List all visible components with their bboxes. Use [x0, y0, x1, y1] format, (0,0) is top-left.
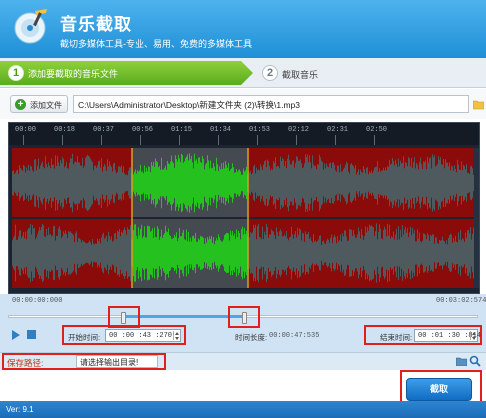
ruler-tick-line: [101, 135, 102, 145]
app-header: 音乐截取 截切多媒体工具-专业、易用、免费的多媒体工具: [0, 0, 486, 58]
step-number: 1: [8, 65, 24, 81]
ruler-tick-label: 00:56: [132, 126, 154, 134]
duration-label: 时间长度:: [235, 333, 268, 342]
waveform-scrollbar[interactable]: [474, 148, 479, 288]
end-time-stepper[interactable]: 00 :01 :30 :814: [414, 329, 481, 342]
version-text: Ver: 9.1: [6, 405, 34, 414]
folder-icon[interactable]: [473, 98, 484, 110]
ruler-tick-label: 00:00: [15, 126, 37, 134]
timeline-panel: 00:00:00:000 00:03:02:574 开始时间: 00 :00 :…: [0, 294, 486, 352]
status-bar: Ver: 9.1: [0, 401, 486, 418]
file-path-field[interactable]: C:\Users\Administrator\Desktop\新建文件夹 (2)…: [73, 95, 469, 113]
ruler-tick-line: [335, 135, 336, 145]
duration-value: 00:00:47:535: [269, 332, 320, 340]
ruler-tick-label: 01:53: [249, 126, 271, 134]
ruler-tick-line: [140, 135, 141, 145]
ruler-tick-line: [179, 135, 180, 145]
time-ruler: 00:00 00:18 00:37 00:56 01:15 01:34 01:53 02:12…: [9, 123, 479, 145]
file-row: + 添加文件 C:\Users\Administrator\Desktop\新建…: [0, 89, 486, 119]
app-title: 音乐截取: [60, 15, 132, 34]
timeline-end: 00:03:02:574: [436, 297, 486, 305]
step-label: 截取音乐: [282, 70, 319, 80]
start-time-value: 00 :00 :43 :270: [109, 332, 173, 340]
ruler-tick-label: 02:12: [288, 126, 310, 134]
step-bar: 1 添加要截取的音乐文件 2 截取音乐: [0, 58, 486, 88]
ruler-tick-line: [374, 135, 375, 145]
save-path-row: 保存路径: 请选择输出目录!: [0, 352, 486, 370]
ruler-tick-line: [257, 135, 258, 145]
step-add-file[interactable]: 1 添加要截取的音乐文件: [0, 61, 255, 85]
plus-icon: +: [15, 99, 26, 110]
start-time-label: 开始时间:: [68, 333, 101, 342]
step-label: 添加要截取的音乐文件: [28, 69, 119, 79]
start-time-stepper[interactable]: 00 :00 :43 :270: [105, 329, 181, 342]
play-icon[interactable]: [12, 330, 20, 340]
ruler-tick-line: [296, 135, 297, 145]
ruler-tick-label: 02:50: [366, 126, 388, 134]
add-file-label: 添加文件: [30, 101, 62, 110]
waveform-panel: 00:00 00:18 00:37 00:56 01:15 01:34 01:53 02:12…: [8, 122, 480, 294]
end-handle[interactable]: [242, 312, 247, 324]
music-disc-icon: [14, 9, 47, 44]
end-time-label: 结束时间:: [380, 333, 413, 342]
ruler-tick-label: 01:34: [210, 126, 232, 134]
cut-button[interactable]: 截取: [406, 378, 472, 401]
stepper-arrows-icon[interactable]: [470, 331, 476, 340]
timeline-start: 00:00:00:000: [12, 297, 63, 305]
start-handle[interactable]: [121, 312, 126, 324]
add-file-button[interactable]: + 添加文件: [10, 95, 68, 113]
ruler-tick-line: [218, 135, 219, 145]
ruler-tick-label: 00:18: [54, 126, 76, 134]
stepper-arrows-icon[interactable]: [173, 331, 179, 340]
search-icon[interactable]: [469, 355, 481, 367]
waveform-view[interactable]: [12, 148, 474, 288]
ruler-tick-label: 00:37: [93, 126, 115, 134]
ruler-tick-label: 02:31: [327, 126, 349, 134]
save-path-label: 保存路径:: [7, 358, 44, 368]
timeline-selection: [124, 315, 245, 318]
folder-icon[interactable]: [456, 356, 467, 366]
stop-icon[interactable]: [27, 330, 36, 339]
step-number: 2: [262, 65, 278, 81]
ruler-tick-line: [62, 135, 63, 145]
ruler-tick-line: [23, 135, 24, 145]
ruler-tick-label: 01:15: [171, 126, 193, 134]
save-path-input[interactable]: 请选择输出目录!: [76, 355, 158, 368]
app-subtitle: 截切多媒体工具-专业、易用、免费的多媒体工具: [60, 39, 252, 49]
